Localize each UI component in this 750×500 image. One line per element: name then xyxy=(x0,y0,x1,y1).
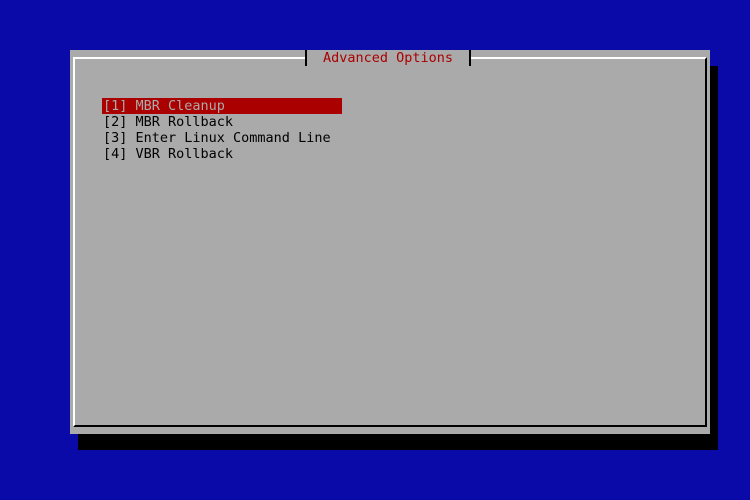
menu-item-vbr-rollback[interactable]: [4] VBR Rollback xyxy=(102,146,342,162)
menu-item-mbr-cleanup[interactable]: [1] MBR Cleanup xyxy=(102,98,342,114)
options-menu: [1] MBR Cleanup [2] MBR Rollback [3] Ent… xyxy=(102,98,342,162)
menu-item-linux-command-line[interactable]: [3] Enter Linux Command Line xyxy=(102,130,342,146)
menu-item-mbr-rollback[interactable]: [2] MBR Rollback xyxy=(102,114,342,130)
advanced-options-dialog: Advanced Options [1] MBR Cleanup [2] MBR… xyxy=(70,50,710,434)
dialog-title: Advanced Options xyxy=(305,50,472,66)
